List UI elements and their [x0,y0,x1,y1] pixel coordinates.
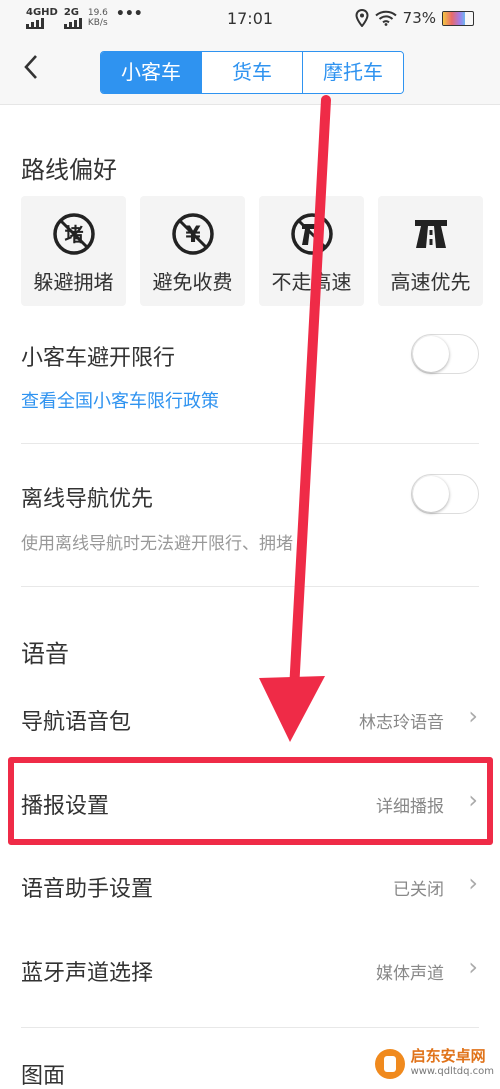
tab-truck[interactable]: 货车 [201,52,302,93]
watermark: 启东安卓网 www.qdltdq.com [374,1047,494,1080]
chevron-right-icon: › [468,953,478,981]
top-bar: 小客车 货车 摩托车 [0,38,500,105]
divider [21,586,479,587]
toggle-knob [413,336,449,372]
avoid-highway-icon [290,213,333,255]
option-avoid-congestion[interactable]: 堵 躲避拥堵 [21,196,126,306]
avoid-congestion-icon: 堵 [52,213,95,255]
row-value: 林志玲语音 [359,713,444,733]
route-preference-title: 路线偏好 [21,156,117,184]
battery-icon [442,10,474,26]
route-preference-options: 堵 躲避拥堵 ¥ 避免收费 不走高速 高速优先 [21,196,483,306]
row-label: 语音助手设置 [21,877,154,902]
avoid-restriction-toggle[interactable] [411,334,479,374]
back-arrow-icon [24,55,37,79]
watermark-name: 启东安卓网 [410,1047,486,1065]
option-label: 高速优先 [390,270,471,294]
option-avoid-highway[interactable]: 不走高速 [259,196,364,306]
row-value: 已关闭 [393,880,444,900]
location-icon [355,9,369,27]
voice-package-row[interactable]: 导航语音包 林志玲语音 › [0,690,500,750]
chevron-right-icon: › [468,869,478,897]
voice-assistant-row[interactable]: 语音助手设置 已关闭 › [0,857,500,917]
row-value: 媒体声道 [376,964,444,984]
row-label: 导航语音包 [21,710,132,735]
restriction-policy-link[interactable]: 查看全国小客车限行政策 [21,387,219,413]
offline-navigation-toggle[interactable] [411,474,479,514]
offline-navigation-label: 离线导航优先 [21,487,154,512]
wifi-icon [374,10,397,26]
tab-motorcycle[interactable]: 摩托车 [302,52,403,93]
status-bar: 4GHD 2G 19.6 KB/s ••• 17:01 73% [0,0,500,38]
avoid-restriction-label: 小客车避开限行 [21,346,176,371]
option-label: 避免收费 [152,270,233,294]
highway-first-icon [414,220,447,248]
tab-car[interactable]: 小客车 [101,52,201,93]
bluetooth-channel-row[interactable]: 蓝牙声道选择 媒体声道 › [0,941,500,1001]
highlight-box [8,757,493,845]
battery-percent: 73% [402,9,436,27]
option-label: 不走高速 [271,270,352,294]
avoid-toll-icon: ¥ [171,213,214,255]
option-highway-first[interactable]: 高速优先 [378,196,483,306]
toggle-knob [413,476,449,512]
voice-section-title: 语音 [21,640,69,668]
watermark-logo-icon [374,1049,405,1079]
option-avoid-toll[interactable]: ¥ 避免收费 [140,196,245,306]
option-label: 躲避拥堵 [33,270,114,294]
map-section-title: 图面 [21,1064,66,1089]
status-right: 73% [355,9,474,27]
chevron-right-icon: › [468,702,478,730]
watermark-url: www.qdltdq.com [410,1066,494,1077]
vehicle-type-tabs: 小客车 货车 摩托车 [100,51,404,94]
back-button[interactable] [16,52,46,88]
divider [21,1027,479,1028]
row-label: 蓝牙声道选择 [21,961,154,986]
divider [21,443,479,444]
offline-navigation-hint: 使用离线导航时无法避开限行、拥堵 [21,534,293,554]
